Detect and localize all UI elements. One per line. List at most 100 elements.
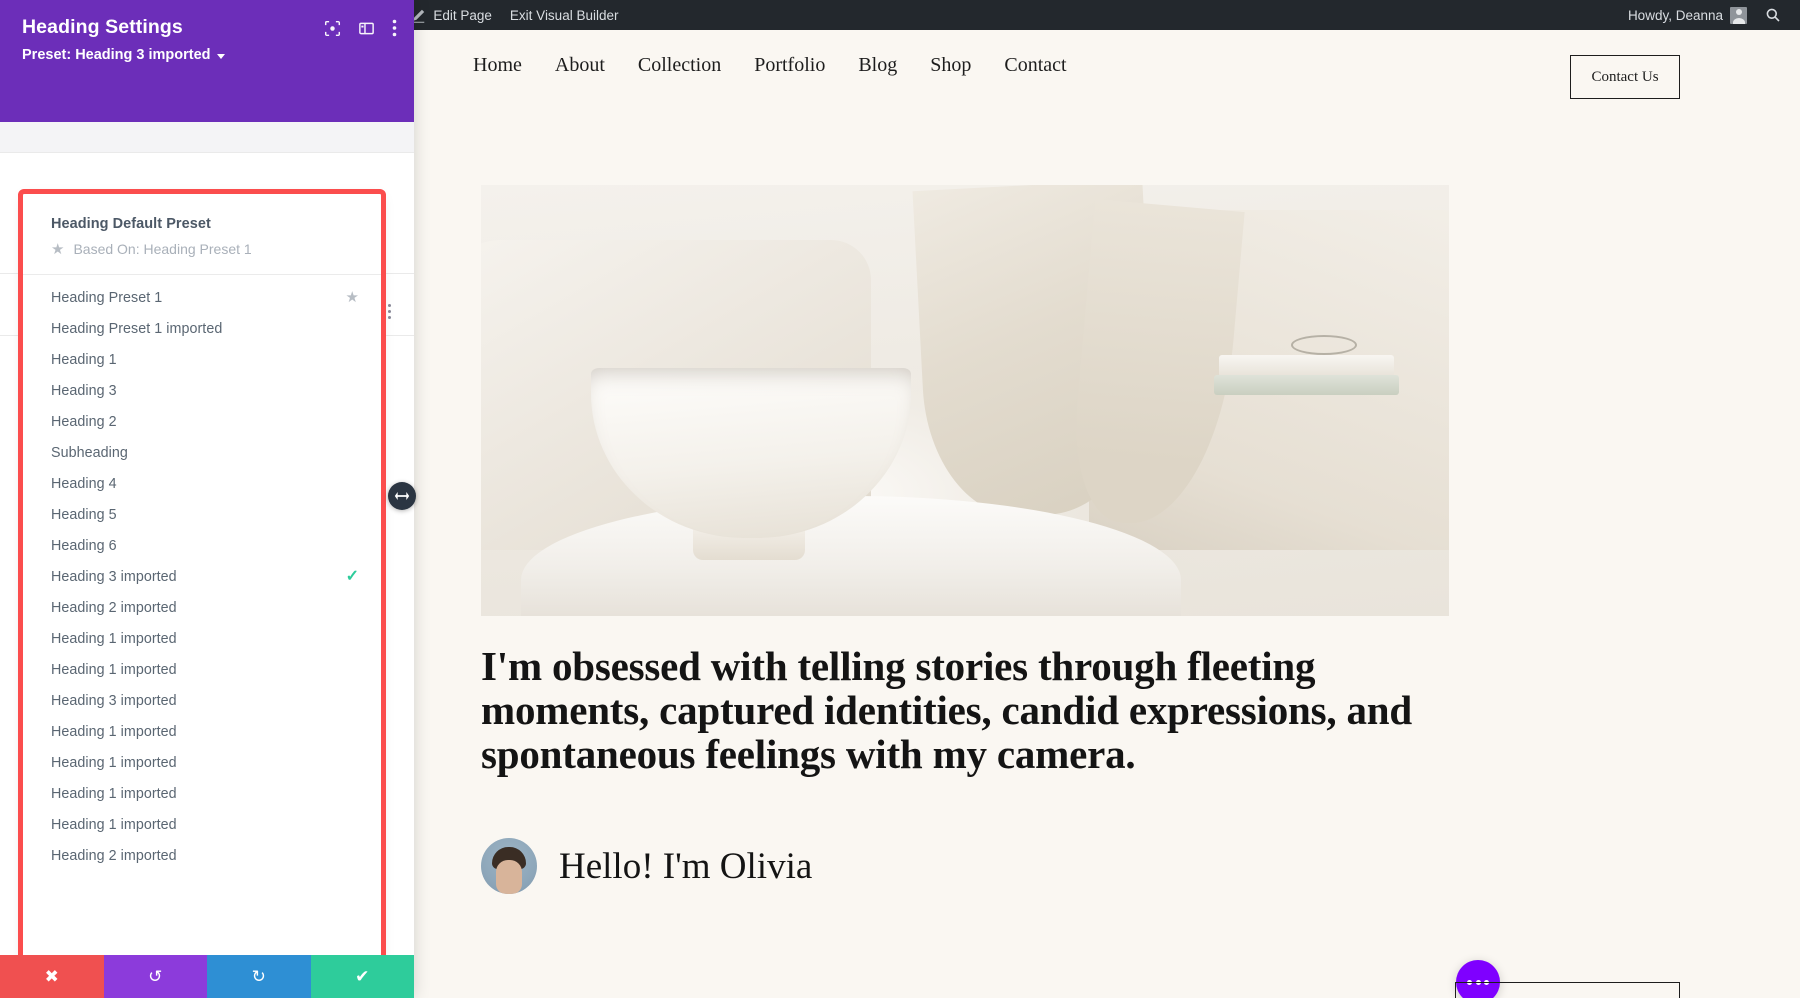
panel-header-actions <box>324 10 397 37</box>
preset-item-default[interactable]: Heading Default Preset ★ Based On: Headi… <box>23 194 381 275</box>
preset-item-label: Heading 3 <box>51 383 359 399</box>
preset-based-on-label: Based On: Heading Preset 1 <box>73 241 251 257</box>
nav-item-portfolio[interactable]: Portfolio <box>754 54 825 77</box>
nav-item-shop[interactable]: Shop <box>930 54 971 77</box>
preset-item-label: Heading 1 imported <box>51 631 359 647</box>
preset-list: Heading Preset 1 ★ Heading Preset 1 impo… <box>23 275 381 955</box>
preset-item[interactable]: Heading 4 <box>23 468 381 499</box>
preset-item[interactable]: Heading 1 imported <box>23 654 381 685</box>
dot <box>388 304 391 307</box>
my-photography-portfolio-button[interactable]: My Photography Portfolio <box>1455 982 1680 998</box>
preset-item[interactable]: Heading 1 <box>23 344 381 375</box>
nav-item-blog[interactable]: Blog <box>858 54 897 77</box>
preset-item[interactable]: Heading 1 imported <box>23 778 381 809</box>
nav-item-about[interactable]: About <box>555 54 605 77</box>
check-icon: ✓ <box>346 569 359 585</box>
admin-bar-right-group: Howdy, Deanna <box>1619 0 1800 30</box>
preset-item[interactable]: Heading 2 imported <box>23 840 381 871</box>
edit-page-button[interactable]: Edit Page <box>402 0 501 30</box>
preset-item[interactable]: Heading 2 <box>23 406 381 437</box>
preset-item-label: Heading 1 imported <box>51 786 359 802</box>
undo-button[interactable]: ↺ <box>104 955 208 998</box>
panel-header-top-row: Heading Settings <box>22 10 397 39</box>
edit-page-label: Edit Page <box>433 8 492 23</box>
preset-item-label: Heading 1 <box>51 352 359 368</box>
preset-default-label: Heading Default Preset <box>51 216 381 232</box>
nav-item-collection[interactable]: Collection <box>638 54 721 77</box>
preset-item[interactable]: Subheading <box>23 437 381 468</box>
search-icon <box>1765 7 1781 23</box>
intro-name-text: Hello! I'm Olivia <box>559 845 812 888</box>
hero-image-detail <box>1214 375 1399 395</box>
preset-item-label: Heading 1 imported <box>51 724 359 740</box>
author-avatar <box>481 838 537 894</box>
preset-item-label: Heading 1 imported <box>51 817 359 833</box>
preset-item-label: Heading 6 <box>51 538 359 554</box>
preset-item[interactable]: Heading 1 imported <box>23 623 381 654</box>
preset-item-label: Heading 2 <box>51 414 359 430</box>
panel-footer: ✖ ↺ ↻ ✔ <box>0 955 414 998</box>
settings-background-strip <box>0 122 414 152</box>
star-icon[interactable]: ★ <box>346 290 359 305</box>
panel-header: Heading Settings <box>0 0 414 122</box>
hero-image-detail <box>1291 335 1357 355</box>
preset-item-label: Heading 4 <box>51 476 359 492</box>
cancel-button[interactable]: ✖ <box>0 955 104 998</box>
preset-item-label: Heading 3 imported <box>51 569 346 585</box>
star-icon: ★ <box>51 242 64 257</box>
preset-item-active[interactable]: Heading 3 imported ✓ <box>23 561 381 592</box>
preset-item-label: Heading 1 imported <box>51 755 359 771</box>
redo-button[interactable]: ↻ <box>207 955 311 998</box>
panel-layout-icon[interactable] <box>358 20 375 37</box>
preset-item-label: Heading 2 imported <box>51 600 359 616</box>
preset-item-label: Subheading <box>51 445 359 461</box>
admin-bar-search-button[interactable] <box>1756 0 1790 30</box>
preset-item-label: Heading 5 <box>51 507 359 523</box>
preset-item[interactable]: Heading 1 imported <box>23 809 381 840</box>
heading-settings-panel: Heading Settings <box>0 0 414 998</box>
site-header: Home About Collection Portfolio Blog Sho… <box>363 30 1800 100</box>
preset-item[interactable]: Heading 6 <box>23 530 381 561</box>
panel-body: Heading Default Preset ★ Based On: Headi… <box>0 122 414 955</box>
settings-row-divider <box>0 152 414 153</box>
exit-visual-builder-label: Exit Visual Builder <box>510 8 619 23</box>
exit-visual-builder-button[interactable]: Exit Visual Builder <box>501 0 628 30</box>
preset-item[interactable]: Heading 3 imported <box>23 685 381 716</box>
howdy-label: Howdy, Deanna <box>1628 8 1723 23</box>
preset-item-label: Heading Preset 1 imported <box>51 321 359 337</box>
contact-us-button[interactable]: Contact Us <box>1570 55 1680 99</box>
preset-item[interactable]: Heading 3 <box>23 375 381 406</box>
preset-selector-label: Preset: Heading 3 imported <box>22 47 211 63</box>
hero-image <box>481 185 1449 616</box>
focus-mode-icon[interactable] <box>324 20 341 37</box>
dot <box>388 310 391 313</box>
preset-item[interactable]: Heading Preset 1 ★ <box>23 282 381 313</box>
intro-row: Hello! I'm Olivia <box>481 838 812 894</box>
preset-item[interactable]: Heading 1 imported <box>23 716 381 747</box>
hero-image-detail <box>1219 355 1394 377</box>
site-navigation: Home About Collection Portfolio Blog Sho… <box>473 54 1067 77</box>
preset-dropdown: Heading Default Preset ★ Based On: Headi… <box>23 194 381 955</box>
preset-item-label: Heading 1 imported <box>51 662 359 678</box>
avatar <box>1730 7 1747 24</box>
chevron-down-icon <box>217 54 225 59</box>
nav-item-home[interactable]: Home <box>473 54 522 77</box>
website-canvas: Home About Collection Portfolio Blog Sho… <box>363 30 1800 998</box>
preset-item[interactable]: Heading 5 <box>23 499 381 530</box>
preset-item-label: Heading Preset 1 <box>51 290 346 306</box>
settings-row-options-icon[interactable] <box>388 304 391 319</box>
save-button[interactable]: ✔ <box>311 955 415 998</box>
more-options-icon[interactable] <box>392 19 397 37</box>
preset-selector-button[interactable]: Preset: Heading 3 imported <box>22 47 225 63</box>
horizontal-resize-icon[interactable] <box>388 482 416 510</box>
preset-item[interactable]: Heading 1 imported <box>23 747 381 778</box>
page-title: Heading Settings <box>22 10 183 39</box>
preset-item-label: Heading 3 imported <box>51 693 359 709</box>
preset-item[interactable]: Heading 2 imported <box>23 592 381 623</box>
preset-based-on-row: ★ Based On: Heading Preset 1 <box>51 241 381 257</box>
nav-item-contact[interactable]: Contact <box>1004 54 1066 77</box>
hero-heading-text: I'm obsessed with telling stories throug… <box>481 645 1491 777</box>
preset-item[interactable]: Heading Preset 1 imported <box>23 313 381 344</box>
account-menu[interactable]: Howdy, Deanna <box>1619 0 1756 30</box>
dot <box>388 316 391 319</box>
